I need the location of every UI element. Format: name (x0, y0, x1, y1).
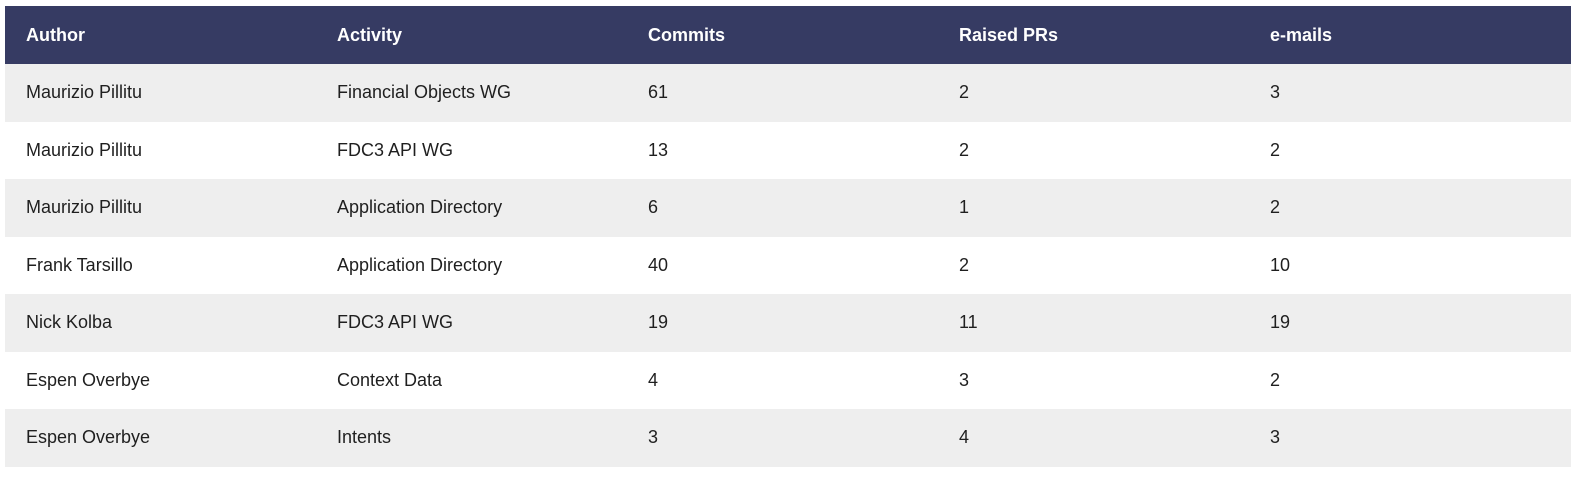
cell-raised-prs: 3 (959, 369, 970, 390)
cell-activity: Application Directory (337, 197, 503, 218)
cell-activity: Financial Objects WG (337, 82, 512, 103)
cell-emails: 2 (1270, 369, 1281, 390)
cell-commits: 6 (648, 197, 659, 218)
contributions-table-container: Author Activity Commits Raised PRs e-mai… (5, 6, 1571, 467)
cell-commits: 40 (648, 254, 669, 275)
column-header-commits[interactable]: Commits (627, 6, 938, 64)
contributions-table: Author Activity Commits Raised PRs e-mai… (5, 6, 1571, 467)
table-row: Maurizio Pillitu Financial Objects WG 61… (5, 64, 1571, 122)
cell-emails: 3 (1270, 82, 1281, 103)
table-row: Espen Overbye Context Data 4 3 2 (5, 351, 1571, 409)
cell-raised-prs: 2 (959, 82, 970, 103)
cell-raised-prs: 2 (959, 139, 970, 160)
cell-commits: 3 (648, 427, 659, 448)
cell-activity: FDC3 API WG (337, 139, 454, 160)
table-body: Maurizio Pillitu Financial Objects WG 61… (5, 64, 1571, 467)
cell-emails: 10 (1270, 254, 1291, 275)
cell-author: Maurizio Pillitu (26, 197, 143, 218)
cell-author: Espen Overbye (26, 427, 151, 448)
cell-raised-prs: 11 (959, 312, 978, 333)
cell-raised-prs: 4 (959, 427, 970, 448)
cell-author: Nick Kolba (26, 312, 113, 333)
cell-commits: 61 (648, 82, 669, 103)
cell-emails: 2 (1270, 197, 1281, 218)
cell-commits: 13 (648, 139, 669, 160)
cell-author: Maurizio Pillitu (26, 82, 143, 103)
table-header: Author Activity Commits Raised PRs e-mai… (5, 6, 1571, 64)
cell-activity: Context Data (337, 369, 443, 390)
header-row: Author Activity Commits Raised PRs e-mai… (5, 6, 1571, 64)
cell-author: Frank Tarsillo (26, 254, 133, 275)
column-header-emails[interactable]: e-mails (1249, 6, 1571, 64)
cell-emails: 3 (1270, 427, 1281, 448)
table-row: Espen Overbye Intents 3 4 3 (5, 409, 1571, 467)
cell-author: Espen Overbye (26, 369, 151, 390)
cell-raised-prs: 1 (959, 197, 970, 218)
table-row: Maurizio Pillitu Application Directory 6… (5, 179, 1571, 237)
cell-emails: 2 (1270, 139, 1281, 160)
cell-author: Maurizio Pillitu (26, 139, 143, 160)
cell-commits: 19 (648, 312, 669, 333)
table-row: Nick Kolba FDC3 API WG 19 11 19 (5, 294, 1571, 352)
column-header-raised-prs[interactable]: Raised PRs (938, 6, 1249, 64)
cell-emails: 19 (1270, 312, 1291, 333)
column-header-author[interactable]: Author (5, 6, 316, 64)
table-row: Frank Tarsillo Application Directory 40 … (5, 236, 1571, 294)
table-row: Maurizio Pillitu FDC3 API WG 13 2 2 (5, 121, 1571, 179)
cell-activity: Application Directory (337, 254, 503, 275)
cell-raised-prs: 2 (959, 254, 970, 275)
cell-activity: FDC3 API WG (337, 312, 454, 333)
cell-activity: Intents (337, 427, 392, 448)
column-header-activity[interactable]: Activity (316, 6, 627, 64)
cell-commits: 4 (648, 369, 659, 390)
